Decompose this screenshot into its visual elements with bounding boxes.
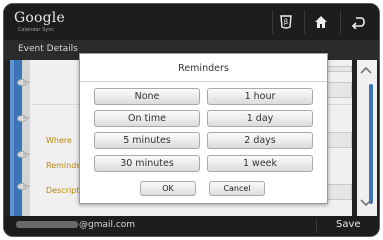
binder-ring-icon [17, 114, 30, 122]
binder-ring-icon [17, 150, 30, 158]
google-logo-subtitle: Calendar Sync [18, 27, 55, 33]
device-frame: Google Calendar Sync β Event Details Whe… [3, 3, 380, 237]
dialog-separator [80, 81, 327, 82]
reminder-option-1-day[interactable]: 1 day [207, 110, 313, 127]
account-email-domain: @gmail.com [79, 220, 136, 230]
description-field[interactable] [326, 184, 352, 200]
binder-ring-icon [17, 78, 30, 86]
home-icon[interactable] [310, 11, 332, 33]
reminder-option-30-minutes[interactable]: 30 minutes [94, 155, 200, 172]
reminder-option-on-time[interactable]: On time [94, 110, 200, 127]
toolbar-divider [272, 10, 273, 34]
scrollbar[interactable] [357, 60, 377, 216]
dialog-title: Reminders [178, 63, 229, 74]
bottom-divider [316, 219, 317, 233]
bottom-bar: @gmail.com Save [4, 216, 379, 236]
cancel-button[interactable]: Cancel [209, 181, 265, 196]
date-field[interactable] [326, 82, 352, 98]
google-logo: Google [14, 10, 65, 26]
top-bar: Google Calendar Sync β [4, 4, 379, 40]
chevron-up-icon[interactable] [360, 64, 374, 76]
ok-button[interactable]: OK [140, 181, 196, 196]
title-field[interactable] [326, 66, 352, 72]
scrollbar-thumb[interactable] [369, 84, 373, 204]
description-label: Descript [46, 186, 80, 195]
chevron-down-icon[interactable] [360, 197, 374, 209]
reminder-option-1-week[interactable]: 1 week [207, 155, 313, 172]
reminder-option-none[interactable]: None [94, 88, 200, 105]
save-button[interactable]: Save [336, 219, 361, 230]
reminder-option-1-hour[interactable]: 1 hour [207, 88, 313, 105]
redacted-username [16, 221, 78, 228]
back-icon[interactable] [347, 11, 369, 33]
event-color-bar-highlight [10, 60, 14, 216]
toolbar-divider [304, 10, 305, 34]
reminder-option-2-days[interactable]: 2 days [207, 132, 313, 149]
page-title: Event Details [18, 44, 78, 54]
reminder-option-5-minutes[interactable]: 5 minutes [94, 132, 200, 149]
account-email: @gmail.com [16, 220, 135, 230]
where-label: Where [46, 136, 72, 145]
binder-ring-icon [17, 182, 30, 190]
reminders-label: Reminde [46, 161, 82, 170]
where-field[interactable] [326, 132, 352, 148]
beta-icon[interactable]: β [275, 11, 297, 33]
toolbar-divider [340, 10, 341, 34]
svg-text:β: β [284, 18, 288, 26]
reminders-dialog: Reminders None 1 hour On time 1 day 5 mi… [79, 53, 328, 204]
